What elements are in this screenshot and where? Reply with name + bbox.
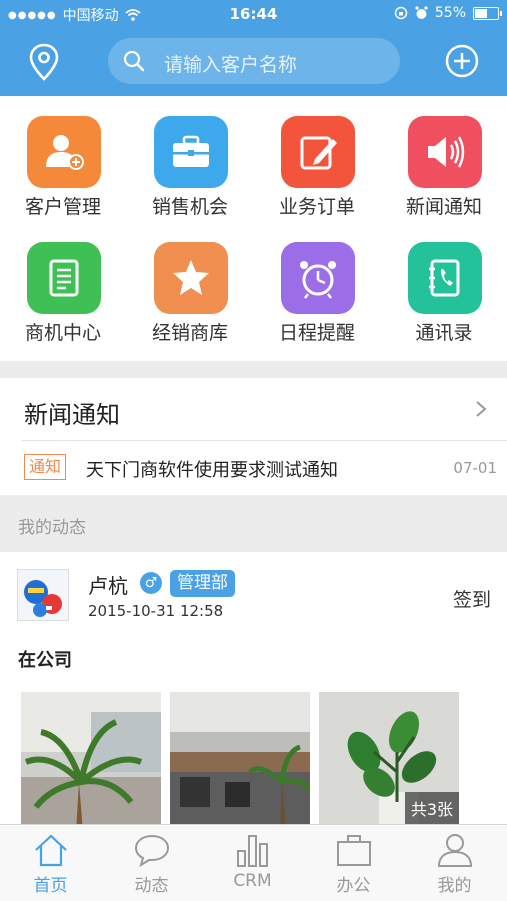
contacts-phone-icon <box>408 242 482 314</box>
grid-label: 商机中心 <box>24 322 101 344</box>
grid-label: 日程提醒 <box>278 322 355 344</box>
news-item-date: 07-01 <box>453 459 497 477</box>
customer-icon <box>27 116 101 188</box>
photo-count-badge: 共3张 <box>404 792 459 824</box>
document-icon <box>27 242 101 314</box>
tab-label: 我的 <box>437 876 472 896</box>
activity-post[interactable]: 卢杭 ♂ 管理部 2015-10-31 12:58 签到 在公司 共3张 <box>0 552 507 824</box>
post-photo[interactable] <box>170 692 310 824</box>
grid-item-dealer-library[interactable]: 经销商库 <box>127 222 253 344</box>
speaker-icon <box>408 116 482 188</box>
notice-tag: 通知 <box>24 454 67 480</box>
chevron-right-icon <box>476 401 487 417</box>
location-pin-icon[interactable] <box>26 42 62 82</box>
search-icon <box>123 50 145 72</box>
male-icon: ♂ <box>140 572 162 594</box>
grid-label: 新闻通知 <box>405 196 482 218</box>
tab-label: 首页 <box>33 876 68 896</box>
grid-item-schedule-reminder[interactable]: 日程提醒 <box>254 222 380 344</box>
grid-label: 经销商库 <box>151 322 228 344</box>
grid-item-sales-opportunity[interactable]: 销售机会 <box>127 96 253 218</box>
grid-label: 销售机会 <box>151 196 228 218</box>
tab-dynamics[interactable]: 动态 <box>101 825 202 901</box>
check-in-label: 签到 <box>452 589 491 611</box>
rotation-lock-icon <box>394 6 408 20</box>
tab-label: CRM <box>233 871 272 891</box>
grid-item-contacts[interactable]: 通讯录 <box>381 222 507 344</box>
tab-crm[interactable]: CRM <box>202 825 303 901</box>
grid-label: 客户管理 <box>24 196 101 218</box>
my-dynamics-label: 我的动态 <box>18 518 86 538</box>
post-location: 在公司 <box>18 650 72 671</box>
home-icon <box>35 834 67 867</box>
grid-item-business-order[interactable]: 业务订单 <box>254 96 380 218</box>
briefcase-icon <box>154 116 228 188</box>
edit-order-icon <box>281 116 355 188</box>
tab-office[interactable]: 办公 <box>303 825 404 901</box>
battery-percent: 55% <box>434 5 466 21</box>
grid-item-opportunity-center[interactable]: 商机中心 <box>0 222 126 344</box>
plus-circle-icon[interactable] <box>445 44 479 78</box>
tab-label: 动态 <box>134 876 169 896</box>
grid-label: 业务订单 <box>278 196 355 218</box>
search-input[interactable]: 请输入客户名称 <box>108 38 400 84</box>
alarm-clock-icon <box>281 242 355 314</box>
news-item-title: 天下门商软件使用要求测试通知 <box>86 460 338 481</box>
tab-bar: 首页 动态 CRM 办公 我的 <box>0 824 507 901</box>
alarm-icon <box>415 6 428 19</box>
chat-bubble-icon <box>134 834 170 868</box>
briefcase-icon <box>337 835 371 866</box>
tab-label: 办公 <box>336 876 371 896</box>
my-dynamics-header: 我的动态 <box>0 495 507 552</box>
star-icon <box>154 242 228 314</box>
function-grid: 客户管理 销售机会 业务订单 新闻通知 商机中心 经销商库 日程提醒 通讯录 <box>0 96 507 362</box>
avatar[interactable] <box>17 569 69 621</box>
tab-mine[interactable]: 我的 <box>404 825 505 901</box>
grid-item-news[interactable]: 新闻通知 <box>381 96 507 218</box>
status-bar: ●●●●● 中国移动 16:44 55% <box>0 0 507 28</box>
post-photo[interactable]: 共3张 <box>319 692 459 824</box>
user-name: 卢杭 <box>88 574 128 598</box>
search-placeholder: 请输入客户名称 <box>164 54 298 76</box>
person-icon <box>437 834 473 867</box>
section-divider <box>0 361 507 378</box>
news-section-header[interactable]: 新闻通知 <box>0 378 507 440</box>
tab-home[interactable]: 首页 <box>0 825 101 901</box>
post-photo[interactable] <box>21 692 161 824</box>
header: ●●●●● 中国移动 16:44 55% 请输入客户名称 <box>0 0 507 96</box>
grid-item-customer[interactable]: 客户管理 <box>0 96 126 218</box>
news-section-title: 新闻通知 <box>24 401 120 429</box>
bar-chart-icon <box>237 835 268 867</box>
grid-label: 通讯录 <box>415 322 473 344</box>
battery-icon <box>473 6 502 20</box>
news-list-item[interactable]: 通知 天下门商软件使用要求测试通知 07-01 <box>0 441 507 495</box>
department-badge: 管理部 <box>170 570 235 597</box>
post-time: 2015-10-31 12:58 <box>88 602 224 620</box>
